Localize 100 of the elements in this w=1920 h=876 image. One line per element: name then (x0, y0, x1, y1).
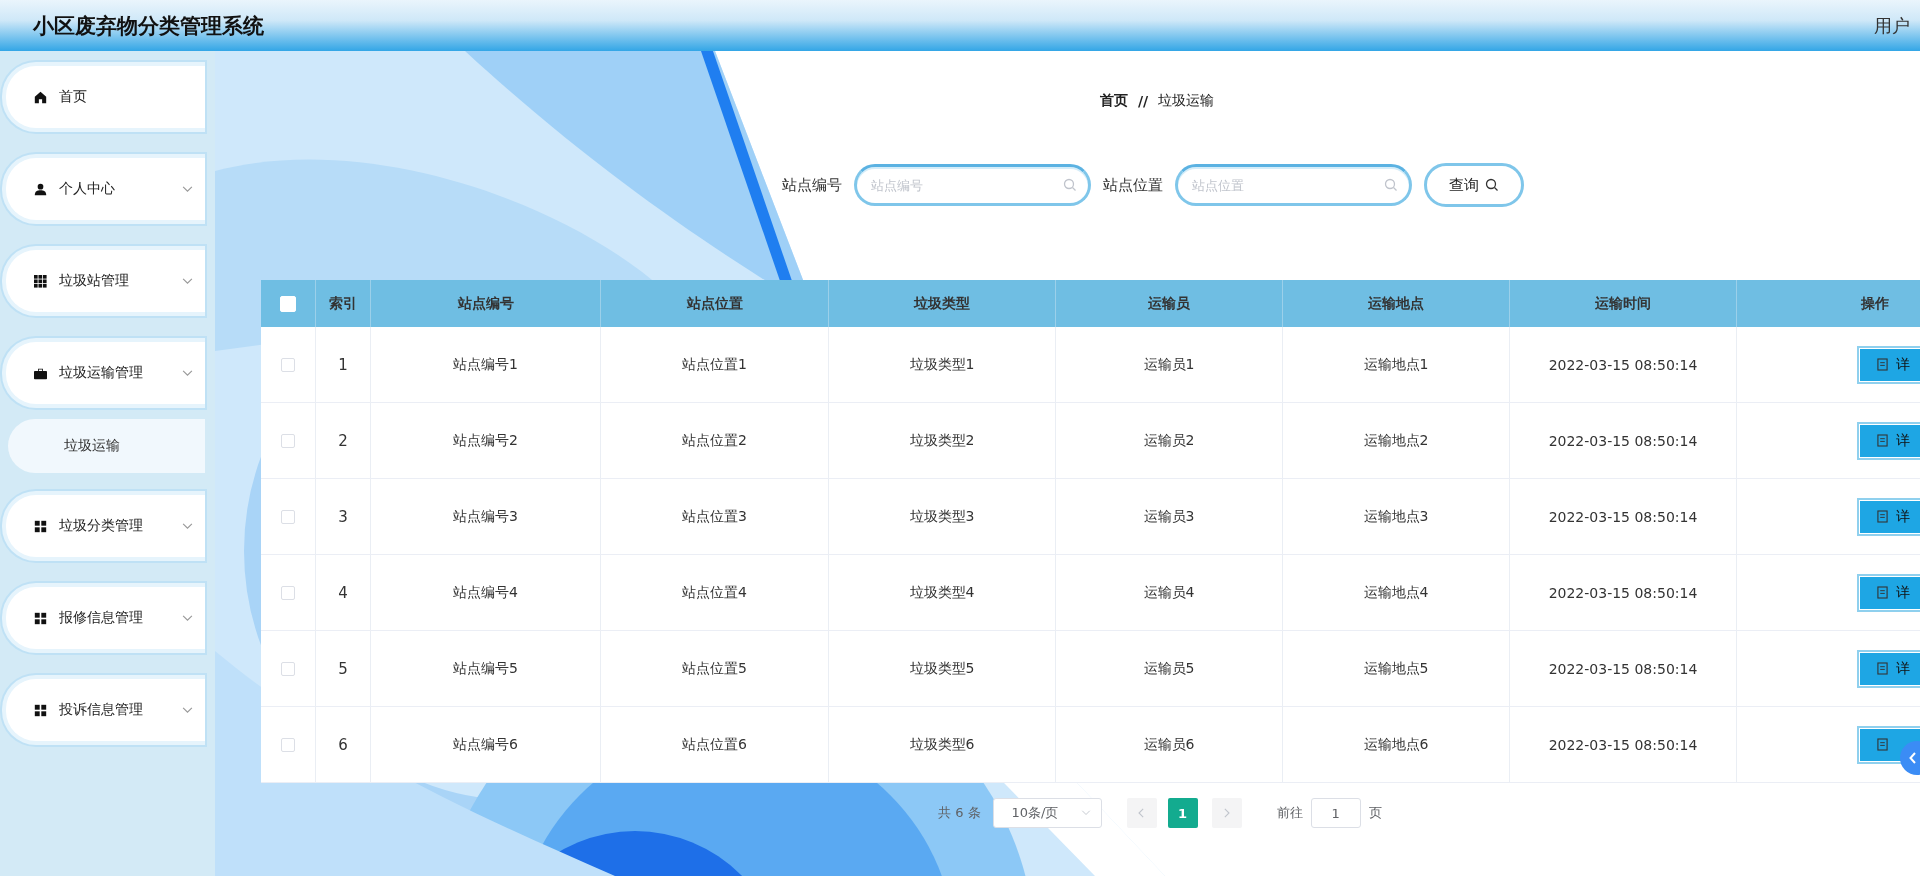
table-cell: 站点位置2 (682, 431, 747, 450)
document-icon (1877, 510, 1888, 523)
breadcrumb-current: 垃圾运输 (1158, 92, 1215, 110)
field-label: 站点位置 (1103, 175, 1163, 195)
menu-item[interactable]: 个人中心 (2, 154, 205, 224)
grid-icon (34, 611, 47, 625)
document-icon (1877, 586, 1888, 599)
details-button[interactable]: 详 (1857, 573, 1920, 612)
menu-item[interactable]: 首页 (2, 62, 205, 132)
menu-item[interactable]: 投诉信息管理 (2, 675, 205, 745)
search-icon (1485, 178, 1499, 192)
checkbox[interactable] (281, 661, 295, 676)
page-suffix: 页 (1368, 804, 1382, 822)
checkbox[interactable] (281, 357, 295, 372)
chevron-down-icon (182, 706, 193, 714)
chevron-down-icon (182, 277, 193, 285)
total-count: 共 6 条 (938, 804, 981, 822)
grid-icon (34, 519, 47, 533)
table-cell: 站点编号2 (453, 431, 518, 450)
table-cell: 5 (338, 659, 348, 678)
briefcase-icon (34, 366, 47, 380)
table-cell: 2022-03-15 08:50:14 (1548, 432, 1698, 449)
table-cell: 垃圾类型4 (909, 583, 975, 602)
checkbox[interactable] (281, 737, 295, 752)
user-icon (34, 182, 47, 196)
table-cell: 站点编号5 (453, 659, 518, 678)
table-cell: 运输地点3 (1363, 507, 1429, 526)
column-header: 运输时间 (1595, 294, 1651, 313)
table-cell: 垃圾类型6 (909, 735, 975, 754)
table-cell: 站点编号1 (453, 355, 518, 374)
table-cell: 垃圾类型1 (909, 355, 975, 374)
document-icon (1877, 434, 1888, 447)
table-cell: 站点编号3 (453, 507, 518, 526)
table-cell: 站点编号6 (453, 735, 518, 754)
table-cell: 1 (338, 355, 348, 374)
table-cell: 运输地点4 (1363, 583, 1429, 602)
table-cell: 站点位置1 (682, 355, 747, 374)
details-button[interactable]: 详 (1857, 497, 1920, 536)
table-cell: 运输员4 (1143, 583, 1195, 602)
table-cell: 运输员1 (1143, 355, 1195, 374)
table-cell: 3 (338, 507, 348, 526)
table-cell: 4 (338, 583, 348, 602)
table-cell: 运输员3 (1143, 507, 1195, 526)
table-cell: 站点位置3 (682, 507, 747, 526)
column-header: 垃圾类型 (914, 294, 970, 313)
menu-item[interactable]: 报修信息管理 (2, 583, 205, 653)
table-cell: 垃圾类型5 (909, 659, 975, 678)
submenu-item[interactable]: 垃圾运输 (8, 419, 205, 473)
table-cell: 运输地点2 (1363, 431, 1429, 450)
breadcrumb-link[interactable]: 首页 (1100, 92, 1128, 110)
table-cell: 站点位置5 (682, 659, 747, 678)
column-header: 站点编号 (457, 294, 514, 313)
document-icon (1877, 738, 1888, 751)
table-cell: 2022-03-15 08:50:14 (1548, 660, 1698, 677)
table-cell: 2 (338, 431, 348, 450)
home-icon (34, 90, 47, 104)
chevron-down-icon (1080, 810, 1091, 816)
table-cell: 站点编号4 (453, 583, 518, 602)
table-cell: 运输地点1 (1363, 355, 1429, 374)
table-cell: 运输员6 (1143, 735, 1195, 754)
menu-item[interactable]: 垃圾运输管理 (2, 338, 205, 408)
goto-label: 前往 (1276, 804, 1303, 822)
chevron-down-icon (182, 522, 193, 530)
column-header: 站点位置 (686, 294, 743, 313)
table-cell: 6 (338, 735, 348, 754)
details-button[interactable]: 详 (1857, 421, 1920, 460)
chevron-right-icon (1223, 808, 1231, 818)
grid-icon (34, 274, 47, 288)
column-header: 操作 (1861, 294, 1889, 313)
next-page-button[interactable] (1211, 798, 1242, 828)
chevron-down-icon (182, 185, 193, 193)
column-header: 运输地点 (1368, 294, 1424, 313)
details-button[interactable]: 详 (1857, 345, 1920, 384)
document-icon (1877, 662, 1888, 675)
chevron-down-icon (182, 614, 193, 622)
table-cell: 2022-03-15 08:50:14 (1548, 736, 1698, 753)
table-cell: 2022-03-15 08:50:14 (1548, 356, 1698, 373)
chevron-down-icon (182, 369, 193, 377)
search-field[interactable]: 站点编号 (854, 164, 1091, 206)
table-cell: 2022-03-15 08:50:14 (1548, 584, 1698, 601)
table-cell: 站点位置4 (682, 583, 747, 602)
column-header: 运输员 (1148, 294, 1190, 313)
page-size-select[interactable]: 10条/页 (992, 798, 1102, 828)
menu-item[interactable]: 垃圾分类管理 (2, 491, 205, 561)
table-cell: 运输地点6 (1363, 735, 1429, 754)
user-menu[interactable]: 用户 (1874, 13, 1910, 38)
menu-item[interactable]: 垃圾站管理 (2, 246, 205, 316)
page-input[interactable]: 1 (1310, 798, 1361, 828)
search-icon (1063, 178, 1077, 192)
previous-page-button[interactable] (1126, 798, 1157, 828)
checkbox[interactable] (281, 433, 295, 448)
checkbox[interactable] (281, 509, 295, 524)
table-cell: 站点位置6 (682, 735, 747, 754)
table-cell: 垃圾类型2 (909, 431, 975, 450)
search-field[interactable]: 站点位置 (1175, 164, 1412, 206)
table-cell: 运输地点5 (1363, 659, 1429, 678)
search-button[interactable]: 查询 (1424, 163, 1524, 207)
checkbox[interactable] (281, 585, 295, 600)
table-cell: 垃圾类型3 (909, 507, 975, 526)
details-button[interactable]: 详 (1857, 649, 1920, 688)
